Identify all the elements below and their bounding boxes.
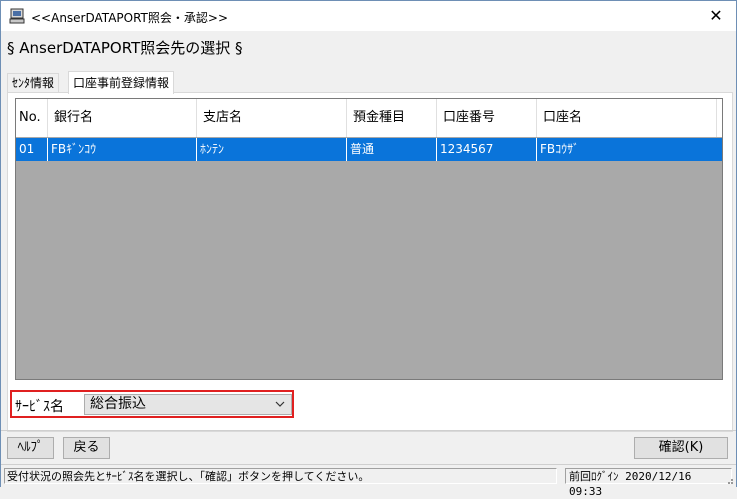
page-title: § AnserDATAPORT照会先の選択 § [7,39,243,57]
tab-center-info[interactable]: ｾﾝﾀ情報 [7,73,60,93]
cell-account-name: FBｺｳｻﾞ [540,142,580,156]
cell-bank: FBｷﾞﾝｺｳ [48,138,197,161]
tab-panel: No. 銀行名 支店名 預金種目 口座番号 口座名 01 FBｷﾞﾝｺｳ ﾎﾝﾃ… [7,92,733,432]
header-branch[interactable]: 支店名 [197,99,347,137]
window-title: <<AnserDATAPORT照会・承認>> [31,11,228,25]
resize-grip-icon[interactable] [724,475,734,485]
service-name-field: ｻｰﾋﾞｽ名 総合振込 [10,390,294,418]
close-icon[interactable]: ✕ [696,1,736,31]
status-message: 受付状況の照会先とｻｰﾋﾞｽ名を選択し、「確認」ボタンを押してください。 [4,468,557,484]
account-grid[interactable]: No. 銀行名 支店名 預金種目 口座番号 口座名 01 FBｷﾞﾝｺｳ ﾎﾝﾃ… [15,98,723,380]
cell-deposit-type: 普通 [347,138,437,161]
service-name-select[interactable]: 総合振込 [84,394,292,415]
service-name-label: ｻｰﾋﾞｽ名 [15,399,64,415]
chevron-down-icon [275,395,285,421]
cell-account-number: 1234567 [437,138,537,161]
header-deposit-type[interactable]: 預金種目 [347,99,437,137]
header-bank[interactable]: 銀行名 [48,99,197,137]
divider [1,430,736,431]
tab-account-preregistration[interactable]: 口座事前登録情報 [68,71,175,94]
service-name-value: 総合振込 [90,396,146,412]
status-bar: 受付状況の照会先とｻｰﾋﾞｽ名を選択し、「確認」ボタンを押してください。 前回ﾛ… [1,464,736,498]
confirm-button[interactable]: 確認(K) [634,437,728,459]
grid-header: No. 銀行名 支店名 預金種目 口座番号 口座名 [16,99,722,137]
header-account-number[interactable]: 口座番号 [437,99,537,137]
help-button[interactable]: ﾍﾙﾌﾟ [7,437,54,459]
table-row[interactable]: 01 FBｷﾞﾝｺｳ ﾎﾝﾃﾝ 普通 1234567 FBｺｳｻﾞ [16,138,722,161]
header-no[interactable]: No. [16,99,48,137]
cell-no: 01 [16,138,48,161]
back-button[interactable]: 戻る [63,437,110,459]
cell-branch: ﾎﾝﾃﾝ [197,138,347,161]
app-window: <<AnserDATAPORT照会・承認>> ✕ § AnserDATAPORT… [0,0,737,498]
title-bar[interactable]: <<AnserDATAPORT照会・承認>> ✕ [1,1,736,31]
computer-icon [9,8,25,24]
header-account-name[interactable]: 口座名 [537,99,717,137]
last-login: 前回ﾛｸﾞｲﾝ 2020/12/16 09:33 [565,468,732,498]
